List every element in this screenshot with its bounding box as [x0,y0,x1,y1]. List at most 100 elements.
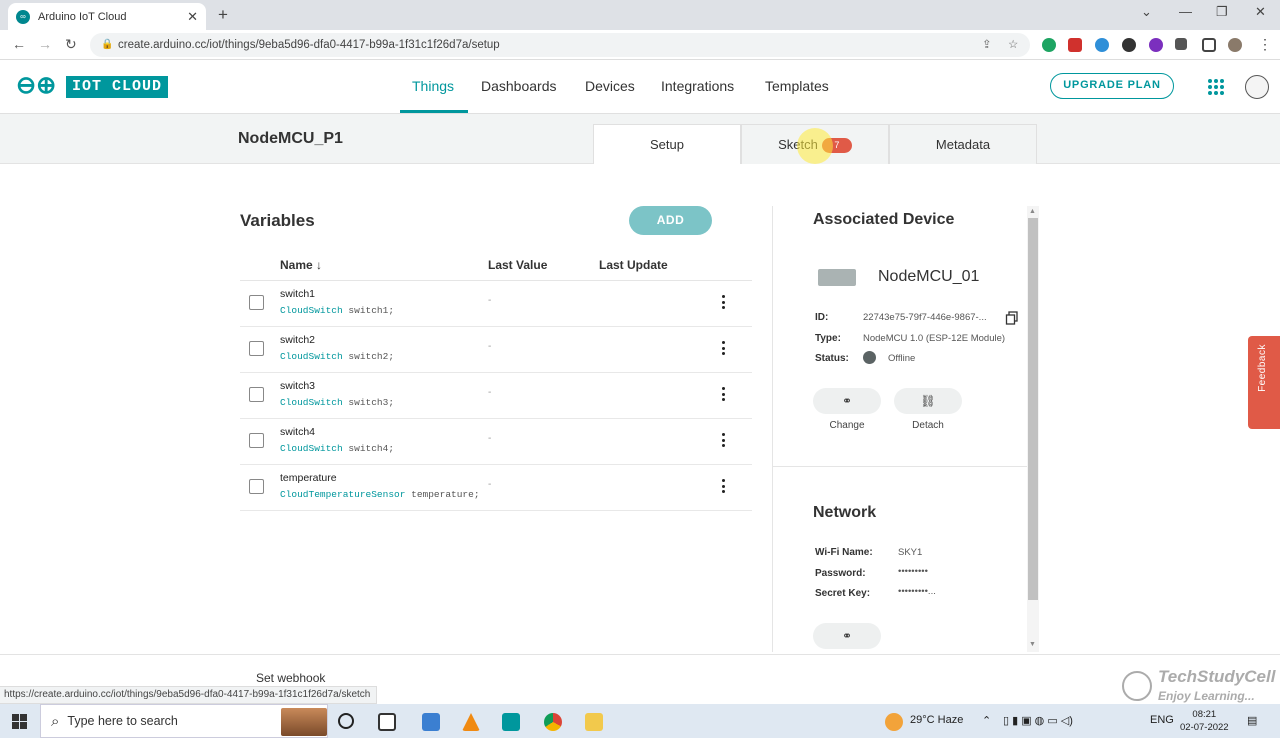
row-menu-icon[interactable] [720,431,726,449]
browser-menu-icon[interactable]: ⋮ [1258,36,1272,53]
variable-decl: switch3; [348,397,395,408]
close-window-icon[interactable]: ✕ [1255,4,1266,20]
variable-decl: switch2; [348,351,395,362]
feedback-tab[interactable]: Feedback [1248,336,1280,429]
watermark-line1: TechStudyCell [1158,667,1276,686]
column-name-header[interactable]: Name ↓ [280,258,322,272]
arduino-favicon-icon: ∞ [16,9,30,24]
file-explorer-icon[interactable] [585,713,603,731]
variable-decl: switch4; [348,443,395,454]
row-menu-icon[interactable] [720,385,726,403]
last-value: - [488,479,492,490]
tab-metadata[interactable]: Metadata [889,124,1037,164]
detach-device-button[interactable]: ⛓ [894,388,962,414]
upgrade-plan-button[interactable]: UPGRADE PLAN [1050,73,1174,99]
browser-toolbar: ← → ↻ 🔒 create.arduino.cc/iot/things/9eb… [0,30,1280,60]
taskbar-clock[interactable]: 08:21 02-07-2022 [1180,708,1229,734]
extension-icon[interactable] [1149,38,1163,52]
back-icon[interactable]: ← [12,36,26,52]
tab-search-icon[interactable]: ⌄ [1141,4,1152,20]
vlc-icon[interactable] [462,713,480,731]
bookmark-star-icon[interactable]: ☆ [1008,33,1018,57]
task-view-icon[interactable] [378,713,396,731]
variable-type: CloudSwitch [280,305,343,316]
row-checkbox[interactable] [249,341,264,356]
browser-tab-title: Arduino IoT Cloud [38,10,127,23]
row-checkbox[interactable] [249,479,264,494]
nav-integrations[interactable]: Integrations [661,78,734,94]
device-type-label: Type: [815,333,841,344]
user-avatar[interactable] [1245,75,1269,99]
tray-chevron-icon[interactable]: ⌃ [982,714,991,727]
extension-icon[interactable] [1122,38,1136,52]
windows-start-icon[interactable] [12,714,27,729]
language-indicator[interactable]: ENG [1150,714,1174,726]
reload-icon[interactable]: ↻ [65,36,77,53]
add-variable-button[interactable]: ADD [629,206,712,235]
extensions-puzzle-icon[interactable] [1175,38,1187,50]
profile-avatar[interactable] [1228,38,1242,52]
arduino-ide-icon[interactable] [502,713,520,731]
device-status-value: Offline [888,353,916,364]
scroll-down-icon[interactable]: ▼ [1029,641,1036,648]
copy-icon[interactable] [1005,311,1019,325]
change-network-button[interactable]: ⚭ [813,623,881,649]
row-menu-icon[interactable] [720,477,726,495]
chrome-icon[interactable] [544,713,562,731]
row-checkbox[interactable] [249,295,264,310]
url-text: create.arduino.cc/iot/things/9eba5d96-df… [118,39,500,51]
maximize-icon[interactable]: ❐ [1216,4,1228,20]
table-row[interactable]: temperature CloudTemperatureSensor tempe… [240,465,752,511]
nav-devices[interactable]: Devices [585,78,635,94]
row-checkbox[interactable] [249,387,264,402]
device-id-value: 22743e75-79f7-446e-9867-... [863,312,987,323]
close-tab-icon[interactable]: ✕ [187,9,198,25]
notification-center-icon[interactable]: ▤ [1247,714,1257,727]
variable-name: switch3 [280,380,316,392]
nav-things[interactable]: Things [412,78,454,94]
minimize-icon[interactable]: — [1179,4,1192,19]
apps-grid-icon[interactable] [1208,79,1224,95]
table-row[interactable]: switch2 CloudSwitch switch2; - [240,327,752,373]
row-checkbox[interactable] [249,433,264,448]
scroll-up-icon[interactable]: ▲ [1029,208,1036,215]
device-status-label: Status: [815,353,849,364]
device-name[interactable]: NodeMCU_01 [878,268,979,286]
nav-templates[interactable]: Templates [765,78,829,94]
flash-extension-icon[interactable] [1068,38,1082,52]
status-bar-url: https://create.arduino.cc/iot/things/9eb… [0,686,378,704]
side-panel-icon[interactable] [1202,38,1216,52]
change-device-button[interactable]: ⚭ [813,388,881,414]
scrollbar-thumb[interactable] [1028,218,1038,600]
set-webhook-link[interactable]: Set webhook [256,671,325,685]
browser-tab[interactable]: ∞ Arduino IoT Cloud ✕ [8,3,206,30]
weather-text[interactable]: 29°C Haze [910,714,963,726]
extension-icon[interactable] [1095,38,1109,52]
variables-title: Variables [240,211,315,230]
row-menu-icon[interactable] [720,339,726,357]
table-row[interactable]: switch1 CloudSwitch switch1; - [240,281,752,327]
taskbar-search-input[interactable]: ⌕ Type here to search [40,704,328,738]
variable-type: CloudSwitch [280,397,343,408]
nav-dashboards[interactable]: Dashboards [481,78,557,94]
last-value: - [488,387,492,398]
grammarly-extension-icon[interactable] [1042,38,1056,52]
table-row[interactable]: switch4 CloudSwitch switch4; - [240,419,752,465]
tray-icons[interactable]: ▯ ▮ ▣ ◍ ▭ ◁) [1003,714,1073,727]
taskbar-app-icon[interactable] [422,713,440,731]
table-row[interactable]: switch3 CloudSwitch switch3; - [240,373,752,419]
network-title: Network [813,504,877,521]
active-nav-indicator [400,110,468,113]
password-label: Password: [815,568,866,579]
arduino-logo[interactable]: ⊖⊕ IOT CLOUD [16,74,169,99]
cortana-icon[interactable] [338,713,354,729]
new-tab-icon[interactable]: + [218,5,228,25]
tab-setup[interactable]: Setup [593,124,741,164]
url-bar[interactable]: 🔒 create.arduino.cc/iot/things/9eba5d96-… [90,33,1030,57]
share-icon[interactable]: ⇪ [982,33,992,57]
thing-title: NodeMCU_P1 [238,130,343,147]
column-last-value-header: Last Value [488,258,548,272]
watermark: TechStudyCell Enjoy Learning... [1122,667,1276,707]
forward-icon[interactable]: → [38,36,52,52]
row-menu-icon[interactable] [720,293,726,311]
